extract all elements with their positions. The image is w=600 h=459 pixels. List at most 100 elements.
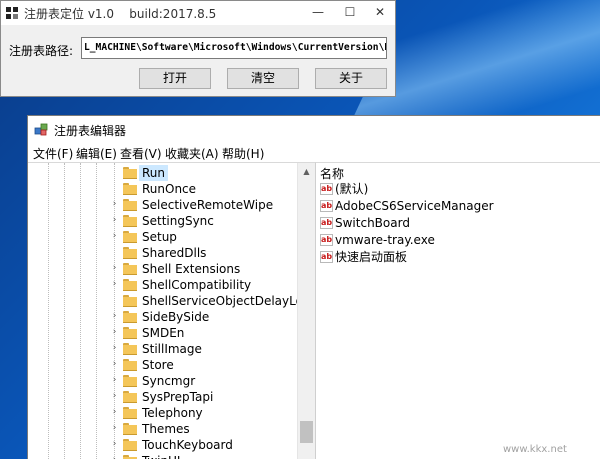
registry-locator-window: 注册表定位 v1.0 build:2017.8.5 — ☐ ✕ 注册表路径: L… [0, 0, 396, 97]
app-grid-icon [6, 7, 18, 19]
string-value-icon: ab [320, 200, 333, 212]
tree-node-label: SideBySide [142, 310, 210, 324]
tree-node[interactable]: › Store [28, 357, 297, 373]
expand-chevron-icon[interactable]: › [110, 216, 119, 225]
tree-node-label: RunOnce [142, 182, 197, 196]
menu-favorites[interactable]: 收藏夹(A) [165, 145, 219, 162]
folder-icon [123, 439, 137, 451]
tree-node[interactable]: › ShellCompatibility [28, 277, 297, 293]
tree-node[interactable]: › SysPrepTapi [28, 389, 297, 405]
expand-chevron-icon[interactable]: › [110, 440, 119, 449]
tree-node[interactable]: › SideBySide [28, 309, 297, 325]
tree-node-label: SettingSync [142, 214, 214, 228]
regedit-title-bar[interactable]: 注册表编辑器 [28, 116, 600, 142]
tree-node[interactable]: › Shell Extensions [28, 261, 297, 277]
tree-node-label: Themes [142, 422, 190, 436]
folder-icon [123, 407, 137, 419]
string-value-icon: ab [320, 234, 333, 246]
expand-chevron-icon[interactable]: › [110, 328, 119, 337]
folder-icon [123, 391, 137, 403]
string-value-icon: ab [320, 251, 333, 263]
expand-chevron-icon[interactable]: › [110, 360, 119, 369]
scrollbar-thumb[interactable] [300, 421, 313, 443]
expand-chevron-icon[interactable]: › [110, 264, 119, 273]
tree-node[interactable]: Run [28, 165, 297, 181]
registry-value-name: AdobeCS6ServiceManager [335, 199, 494, 213]
tree-node[interactable]: › Syncmgr [28, 373, 297, 389]
folder-icon [123, 263, 137, 275]
clear-button[interactable]: 清空 [227, 68, 299, 89]
folder-icon [123, 375, 137, 387]
folder-icon [123, 343, 137, 355]
minimize-button[interactable]: — [303, 1, 333, 25]
tree-node[interactable]: › SettingSync [28, 213, 297, 229]
expand-chevron-icon[interactable]: › [110, 232, 119, 241]
tree-node[interactable]: › StillImage [28, 341, 297, 357]
locator-title-bar[interactable]: 注册表定位 v1.0 build:2017.8.5 — ☐ ✕ [1, 1, 395, 25]
tree-node-label: Syncmgr [142, 374, 196, 388]
expand-chevron-icon[interactable]: › [110, 376, 119, 385]
tree-node[interactable]: ShellServiceObjectDelayLoad [28, 293, 315, 309]
expand-chevron-icon[interactable]: › [110, 200, 119, 209]
menu-file[interactable]: 文件(F) [33, 145, 73, 162]
folder-icon [123, 167, 137, 179]
tree-node[interactable]: RunOnce [28, 181, 297, 197]
folder-icon [123, 455, 137, 459]
expand-chevron-icon[interactable]: › [110, 344, 119, 353]
tree-node[interactable]: SharedDlls [28, 245, 297, 261]
scroll-up-arrow-icon[interactable]: ▲ [298, 163, 315, 180]
folder-icon [123, 295, 137, 307]
string-value-icon: ab [320, 183, 333, 195]
registry-value-name: (默认) [335, 182, 369, 196]
menu-view[interactable]: 查看(V) [120, 145, 162, 162]
registry-value-name: SwitchBoard [335, 216, 410, 230]
menu-help[interactable]: 帮助(H) [222, 145, 264, 162]
tree-node[interactable]: › Setup [28, 229, 297, 245]
tree-node[interactable]: › SMDEn [28, 325, 297, 341]
tree-node-label: Store [142, 358, 174, 372]
folder-icon [123, 423, 137, 435]
tree-node-label: TouchKeyboard [142, 438, 233, 452]
folder-icon [123, 183, 137, 195]
expand-chevron-icon[interactable]: › [110, 280, 119, 289]
expand-chevron-icon[interactable]: › [110, 424, 119, 433]
folder-icon [123, 327, 137, 339]
open-button[interactable]: 打开 [139, 68, 211, 89]
folder-icon [123, 311, 137, 323]
expand-chevron-icon[interactable]: › [110, 408, 119, 417]
folder-icon [123, 199, 137, 211]
tree-node-label: TwinUI [139, 453, 183, 459]
tree-node-label: Run [139, 165, 169, 181]
folder-icon [123, 279, 137, 291]
tree-node-label: Shell Extensions [142, 262, 241, 276]
registry-path-input[interactable]: L_MACHINE\Software\Microsoft\Windows\Cur… [81, 37, 387, 59]
tree-node-label: Setup [142, 230, 177, 244]
maximize-button[interactable]: ☐ [335, 1, 365, 25]
close-button[interactable]: ✕ [365, 1, 395, 25]
tree-node[interactable]: › TouchKeyboard [28, 437, 297, 453]
tree-node[interactable]: ›TwinUI [28, 453, 297, 459]
tree-node[interactable]: › Themes [28, 421, 297, 437]
tree-node[interactable]: › Telephony [28, 405, 297, 421]
tree-node[interactable]: › SelectiveRemoteWipe [28, 197, 297, 213]
tree-node-label: SMDEn [142, 326, 185, 340]
folder-icon [123, 247, 137, 259]
tree-node-label: SysPrepTapi [142, 390, 214, 404]
menu-bar: 文件(F) 编辑(E) 查看(V) 收藏夹(A) 帮助(H) [28, 142, 600, 162]
folder-icon [123, 231, 137, 243]
registry-value-name: vmware-tray.exe [335, 233, 435, 247]
menu-edit[interactable]: 编辑(E) [76, 145, 117, 162]
tree-node-label: SharedDlls [142, 246, 207, 260]
folder-icon [123, 215, 137, 227]
registry-tree-pane[interactable]: Run RunOnce › SelectiveRemoteWipe › SettingSy… [28, 162, 316, 459]
expand-chevron-icon[interactable]: › [110, 312, 119, 321]
expand-chevron-icon[interactable]: › [110, 392, 119, 401]
path-label: 注册表路径: [9, 44, 74, 58]
tree-scrollbar[interactable]: ▲ [297, 163, 315, 459]
watermark-url: www.kkx.net [503, 444, 567, 455]
about-button[interactable]: 关于 [315, 68, 387, 89]
regedit-cubes-icon [34, 123, 48, 136]
tree-node-label: ShellCompatibility [142, 278, 252, 292]
tree-node-label: Telephony [142, 406, 203, 420]
name-column-header[interactable]: 名称 [320, 165, 344, 182]
